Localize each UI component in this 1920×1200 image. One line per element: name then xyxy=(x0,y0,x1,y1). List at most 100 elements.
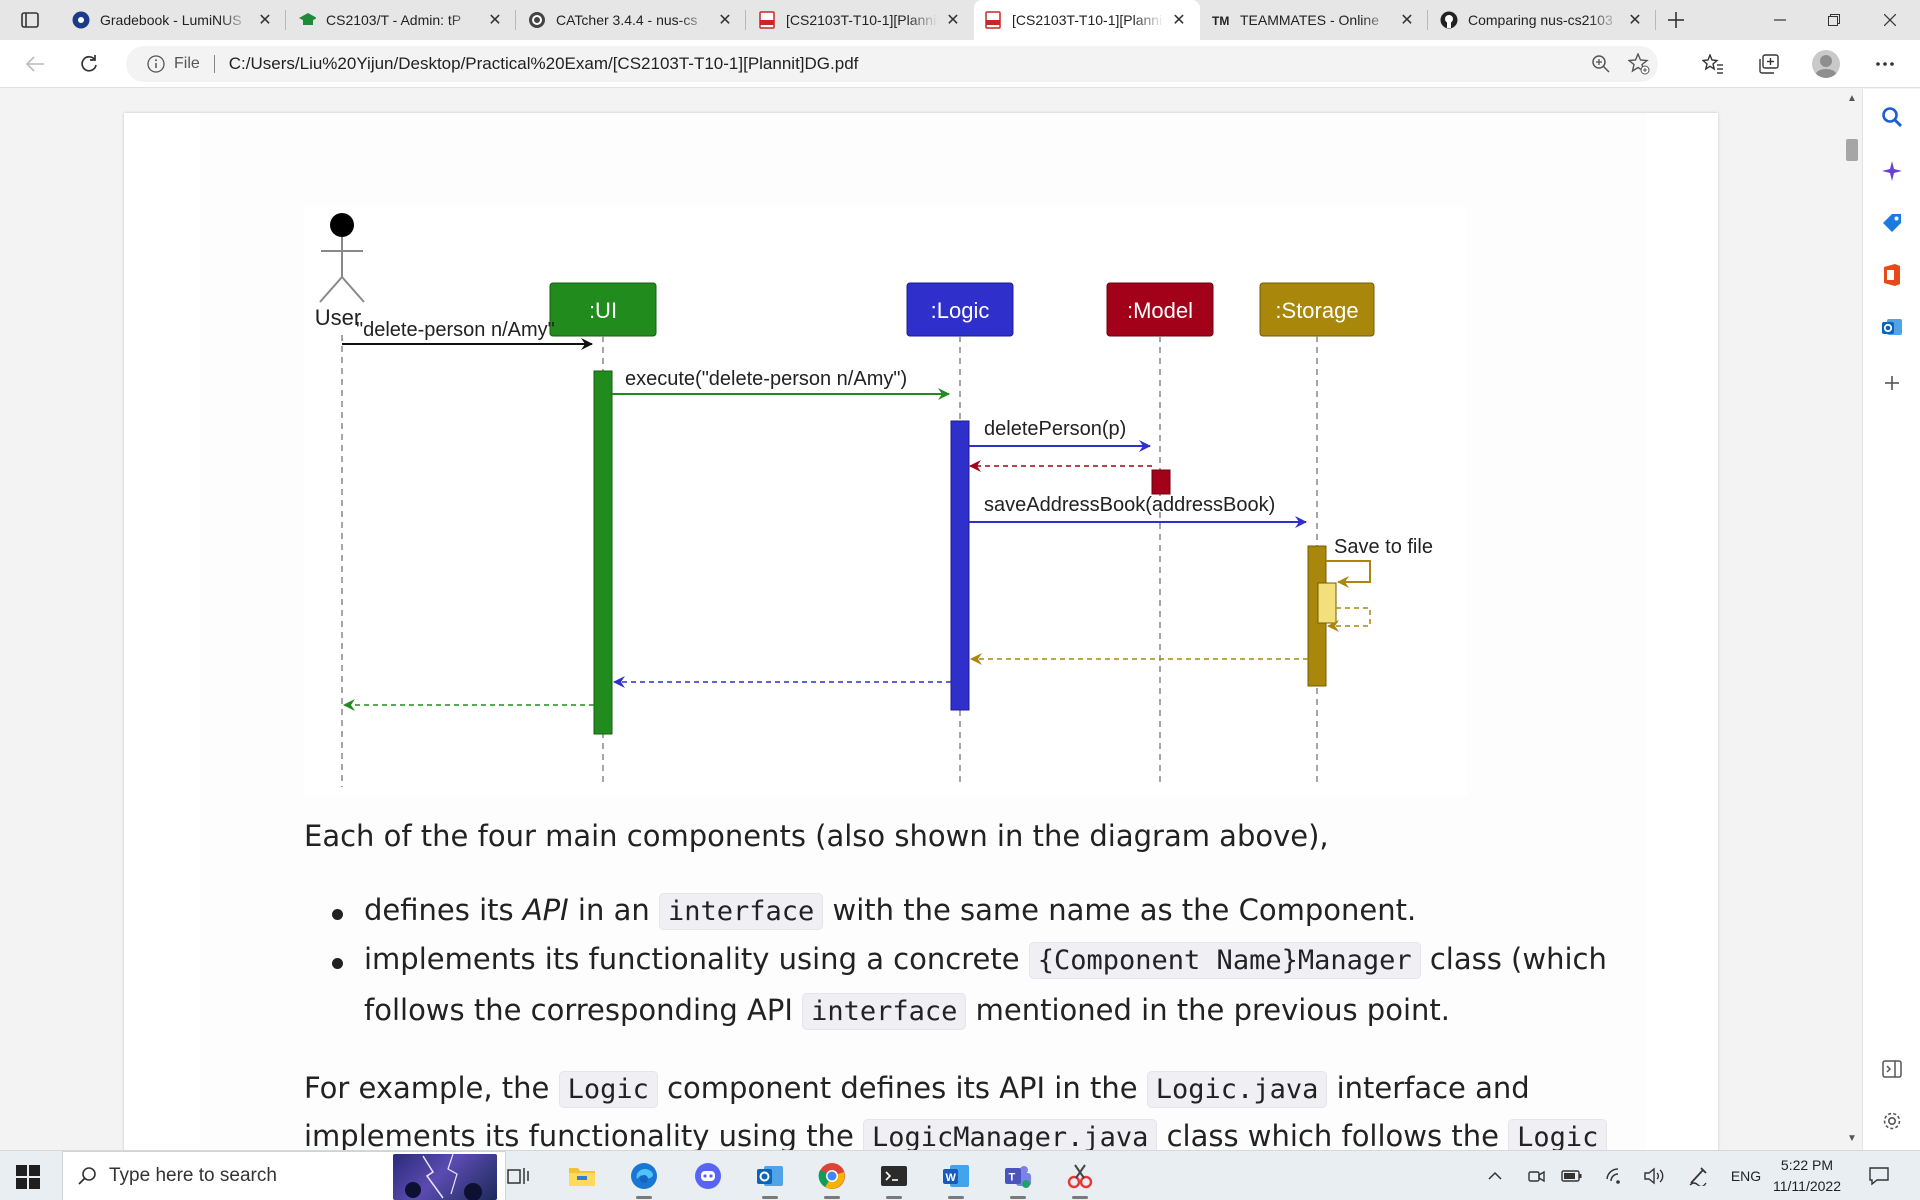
collections-icon xyxy=(1759,54,1779,74)
back-button[interactable] xyxy=(18,48,52,80)
tab-catcher[interactable]: CATcher 3.4.4 - nus-cs ✕ xyxy=(518,0,746,40)
windows-start-icon[interactable] xyxy=(14,1163,42,1191)
close-tab-icon[interactable]: ✕ xyxy=(714,9,736,31)
scroll-down-icon[interactable]: ▼ xyxy=(1847,1133,1857,1144)
tab-title: CS2103/T - Admin: tP xyxy=(326,12,462,28)
profile-avatar[interactable] xyxy=(1812,50,1840,78)
pen-workspace-icon[interactable] xyxy=(1686,1163,1710,1189)
storage-participant-label: :Storage xyxy=(1275,298,1358,323)
language-indicator[interactable]: ENG xyxy=(1728,1163,1764,1189)
pdf-viewer[interactable]: User :UI :Logic :Model :Storage "delete-… xyxy=(0,89,1842,1150)
file-scheme-label: File xyxy=(174,55,200,72)
tab-gradebook[interactable]: Gradebook - LumiNUS ✕ xyxy=(62,0,286,40)
outlook-app-icon[interactable] xyxy=(752,1159,788,1199)
restore-button[interactable] xyxy=(1806,0,1862,40)
address-bar[interactable]: File C:/Users/Liu%20Yijun/Desktop/Practi… xyxy=(126,46,1658,82)
battery-icon[interactable] xyxy=(1560,1163,1584,1189)
info-icon[interactable] xyxy=(146,54,166,74)
shopping-tag-icon[interactable] xyxy=(1878,209,1906,237)
new-tab-button[interactable] xyxy=(1660,8,1692,32)
system-clock[interactable]: 5:22 PM 11/11/2022 xyxy=(1770,1155,1844,1197)
url-text[interactable]: C:/Users/Liu%20Yijun/Desktop/Practical%2… xyxy=(229,54,859,74)
scroll-thumb[interactable] xyxy=(1846,139,1858,161)
back-arrow-icon xyxy=(25,56,44,72)
office-icon[interactable] xyxy=(1878,261,1906,289)
message-label-1: "delete-person n/Amy" xyxy=(356,319,555,341)
favorites-button[interactable] xyxy=(1696,48,1730,80)
tab-pdf-1[interactable]: [CS2103T-T10-1][Plannit] ✕ xyxy=(748,0,974,40)
edge-sidebar xyxy=(1862,89,1920,1150)
settings-more-button[interactable] xyxy=(1868,48,1902,80)
chrome-icon[interactable] xyxy=(814,1159,850,1199)
message-label-3: deletePerson(p) xyxy=(984,418,1126,440)
word-icon[interactable]: W xyxy=(938,1159,974,1199)
zoom-icon[interactable] xyxy=(1588,52,1614,76)
tab-github-compare[interactable]: Comparing nus-cs2103 ✕ xyxy=(1430,0,1656,40)
lifelines xyxy=(341,335,1318,787)
scroll-up-icon[interactable]: ▲ xyxy=(1847,93,1857,104)
tab-strip: Gradebook - LumiNUS ✕ CS2103/T - Admin: … xyxy=(0,0,1920,40)
close-tab-icon[interactable]: ✕ xyxy=(942,9,964,31)
sparkle-discover-icon[interactable] xyxy=(1878,157,1906,185)
notifications-icon[interactable] xyxy=(1864,1163,1894,1189)
restore-icon xyxy=(1828,14,1840,26)
add-favorite-icon[interactable] xyxy=(1626,52,1652,76)
teams-icon[interactable]: T xyxy=(1000,1159,1036,1199)
outlook-icon[interactable] xyxy=(1878,313,1906,341)
snipping-tool-icon[interactable] xyxy=(1062,1159,1098,1199)
edge-browser-icon[interactable] xyxy=(626,1159,662,1199)
add-sidebar-app-icon[interactable] xyxy=(1878,369,1906,397)
pdf-page: User :UI :Logic :Model :Storage "delete-… xyxy=(124,113,1718,1150)
close-icon xyxy=(1884,14,1896,26)
tab-title: Comparing nus-cs2103 xyxy=(1468,12,1613,28)
plus-icon xyxy=(1668,12,1684,28)
actor-label: User xyxy=(315,305,361,330)
search-icon xyxy=(78,1167,96,1185)
message-label-2: execute("delete-person n/Amy") xyxy=(625,368,907,390)
tab-actions-button[interactable] xyxy=(14,8,46,32)
model-activation-bar xyxy=(1151,469,1171,495)
show-hidden-icons-chevron-icon[interactable] xyxy=(1484,1163,1506,1189)
model-participant-label: :Model xyxy=(1127,298,1193,323)
close-tab-icon[interactable]: ✕ xyxy=(1168,9,1190,31)
close-window-button[interactable] xyxy=(1862,0,1918,40)
close-tab-icon[interactable]: ✕ xyxy=(254,9,276,31)
refresh-button[interactable] xyxy=(72,48,106,80)
minimize-button[interactable] xyxy=(1752,0,1808,40)
message-label-4: saveAddressBook(addressBook) xyxy=(984,494,1275,516)
tab-title: CATcher 3.4.4 - nus-cs xyxy=(556,12,698,28)
collections-button[interactable] xyxy=(1752,48,1786,80)
storage-nested-activation-bar xyxy=(1317,582,1337,624)
close-tab-icon[interactable]: ✕ xyxy=(1624,9,1646,31)
terminal-icon[interactable] xyxy=(876,1159,912,1199)
close-tab-icon[interactable]: ✕ xyxy=(1396,9,1418,31)
hide-sidebar-icon[interactable] xyxy=(1878,1055,1906,1083)
github-icon xyxy=(1440,11,1458,29)
clock-time: 5:22 PM xyxy=(1780,1157,1834,1173)
ui-participant-label: :UI xyxy=(589,298,617,323)
pdf-icon xyxy=(758,11,776,29)
tab-title: Gradebook - LumiNUS xyxy=(100,12,242,28)
wifi-icon[interactable] xyxy=(1604,1163,1628,1189)
vertical-scrollbar[interactable]: ▲ ▼ xyxy=(1842,89,1862,1150)
discord-icon[interactable] xyxy=(690,1159,726,1193)
volume-icon[interactable] xyxy=(1642,1163,1666,1189)
bullet-item-2-continued: follows the corresponding API interface … xyxy=(364,993,1450,1030)
intro-paragraph: Each of the four main components (also s… xyxy=(304,819,1329,853)
meet-now-icon[interactable] xyxy=(1524,1163,1548,1189)
file-explorer-icon[interactable] xyxy=(564,1159,600,1193)
tab-cs2103-admin[interactable]: CS2103/T - Admin: tP ✕ xyxy=(288,0,516,40)
taskbar-search-box[interactable]: Type here to search xyxy=(62,1151,506,1200)
search-icon[interactable] xyxy=(1878,103,1906,131)
task-view-icon[interactable] xyxy=(500,1159,536,1193)
message-label-5: Save to file xyxy=(1334,536,1433,558)
close-tab-icon[interactable]: ✕ xyxy=(484,9,506,31)
favorites-icon xyxy=(1702,54,1723,74)
search-placeholder: Type here to search xyxy=(109,1165,277,1186)
user-actor xyxy=(319,213,365,303)
sidebar-settings-icon[interactable] xyxy=(1878,1107,1906,1135)
tab-teammates[interactable]: TM TEAMMATES - Online ✕ xyxy=(1202,0,1428,40)
logic-participant-label: :Logic xyxy=(931,298,990,323)
tab-pdf-2-active[interactable]: [CS2103T-T10-1][Plannit] ✕ xyxy=(974,0,1200,40)
ui-activation-bar xyxy=(593,370,613,735)
